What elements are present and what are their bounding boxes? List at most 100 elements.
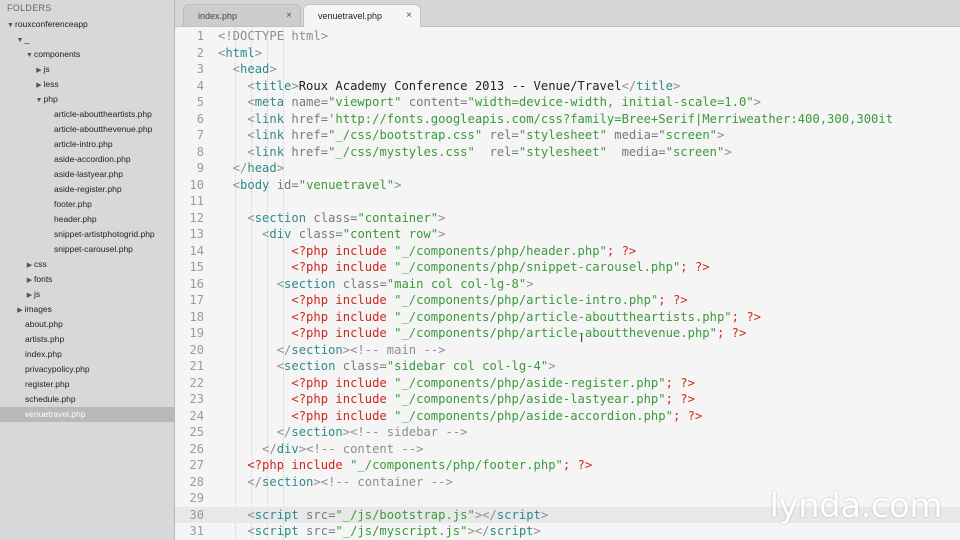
file-item[interactable]: index.php xyxy=(0,347,174,362)
code-line[interactable]: 23 <?php include "_/components/php/aside… xyxy=(175,391,960,408)
disclosure-closed-icon[interactable]: ▶ xyxy=(25,258,34,273)
disclosure-open-icon[interactable]: ▼ xyxy=(35,93,44,108)
code-line[interactable]: 10 <body id="venuetravel"> xyxy=(175,177,960,194)
code-token: div xyxy=(269,227,292,241)
folder-item[interactable]: ▼components xyxy=(0,47,174,63)
code-token: > xyxy=(672,78,681,93)
close-icon[interactable]: × xyxy=(406,5,412,27)
code-line[interactable]: 5 <meta name="viewport" content="width=d… xyxy=(175,94,960,111)
code-line[interactable]: 26 </div><!-- content --> xyxy=(175,441,960,458)
folder-item[interactable]: ▶ js xyxy=(0,287,174,303)
folder-item[interactable]: ▶ less xyxy=(0,77,174,93)
line-number: 29 xyxy=(189,491,204,505)
line-number: 3 xyxy=(196,62,204,76)
tab-index-php[interactable]: index.php × xyxy=(183,4,301,26)
file-item[interactable]: privacypolicy.php xyxy=(0,362,174,377)
code-token: section xyxy=(262,474,314,489)
file-item[interactable]: article-aboutthevenue.php xyxy=(0,122,174,137)
code-text: <section class="container"> xyxy=(218,210,445,227)
line-number: 23 xyxy=(189,392,204,406)
file-item[interactable]: snippet-artistphotogrid.php xyxy=(0,227,174,242)
code-line[interactable]: 16 <section class="main col col-lg-8"> xyxy=(175,276,960,293)
file-item[interactable]: footer.php xyxy=(0,197,174,212)
code-token: content= xyxy=(401,95,468,109)
disclosure-closed-icon[interactable]: ▶ xyxy=(25,273,34,288)
code-line[interactable]: 13 <div class="content row"> xyxy=(175,226,960,243)
tab-bar: index.php × venuetravel.php × xyxy=(175,0,960,27)
file-item[interactable]: register.php xyxy=(0,377,174,392)
line-number: 6 xyxy=(196,111,204,126)
code-token: "_/components/php/article-abouttheartist… xyxy=(394,309,732,324)
code-line[interactable]: 14 <?php include "_/components/php/heade… xyxy=(175,243,960,260)
code-line[interactable]: 9 </head> xyxy=(175,160,960,177)
code-line[interactable]: 15 <?php include "_/components/php/snipp… xyxy=(175,259,960,276)
file-item[interactable]: aside-accordion.php xyxy=(0,152,174,167)
code-line[interactable]: 25 </section><!-- sidebar --> xyxy=(175,424,960,441)
code-line[interactable]: 20 </section><!-- main --> xyxy=(175,342,960,359)
code-line[interactable]: 18 <?php include "_/components/php/artic… xyxy=(175,309,960,326)
line-number: 25 xyxy=(189,425,204,439)
tree-item-label: components xyxy=(34,49,81,59)
folder-item[interactable]: ▶ js xyxy=(0,62,174,78)
code-line[interactable]: 7 <link href="_/css/bootstrap.css" rel="… xyxy=(175,127,960,144)
code-text: <div class="content row"> xyxy=(218,226,445,243)
code-line[interactable]: 12 <section class="container"> xyxy=(175,210,960,227)
code-line[interactable]: 3 <head> xyxy=(175,61,960,78)
disclosure-open-icon[interactable]: ▼ xyxy=(16,33,25,48)
disclosure-open-icon[interactable]: ▼ xyxy=(25,48,34,63)
folder-item[interactable]: ▶ css xyxy=(0,257,174,273)
file-item[interactable]: artists.php xyxy=(0,332,174,347)
code-token: < xyxy=(218,95,255,109)
disclosure-open-icon[interactable]: ▼ xyxy=(6,18,15,33)
disclosure-closed-icon[interactable]: ▶ xyxy=(16,303,25,318)
file-item[interactable]: article-abouttheartists.php xyxy=(0,107,174,122)
code-line[interactable]: 24 <?php include "_/components/php/aside… xyxy=(175,408,960,425)
code-text: <?php include "_/components/php/aside-re… xyxy=(218,375,695,392)
file-item[interactable]: about.php xyxy=(0,317,174,332)
code-line[interactable]: 19 <?php include "_/components/php/artic… xyxy=(175,325,960,342)
code-line[interactable]: 2 <html> xyxy=(175,45,960,62)
line-number: 15 xyxy=(189,260,204,274)
code-line[interactable]: 27 <?php include "_/components/php/foote… xyxy=(175,457,960,474)
code-area[interactable]: 1 <!DOCTYPE html> 2 <html> 3 <head> 4 <title>… xyxy=(175,27,960,540)
folder-item[interactable]: ▼rouxconferenceapp xyxy=(0,17,174,33)
code-token: "screen" xyxy=(665,144,725,159)
file-item[interactable]: snippet-carousel.php xyxy=(0,242,174,257)
tree-item-label: fonts xyxy=(34,274,53,284)
file-item[interactable]: article-intro.php xyxy=(0,137,174,152)
file-item[interactable]: aside-lastyear.php xyxy=(0,167,174,182)
code-line[interactable]: 11 xyxy=(175,193,960,210)
file-item[interactable]: aside-register.php xyxy=(0,182,174,197)
code-token: > xyxy=(533,524,541,538)
code-line[interactable]: 6 <link href='http://fonts.googleapis.co… xyxy=(175,111,960,128)
file-item[interactable]: schedule.php xyxy=(0,392,174,407)
folder-item[interactable]: ▼_ xyxy=(0,32,174,48)
code-line[interactable]: 8 <link href="_/css/mystyles.css" rel="s… xyxy=(175,144,960,161)
code-line[interactable]: 1 <!DOCTYPE html> xyxy=(175,28,960,45)
code-token: script xyxy=(254,524,299,538)
code-token: script xyxy=(496,507,541,522)
code-line[interactable]: 21 <section class="sidebar col col-lg-4"… xyxy=(175,358,960,375)
disclosure-closed-icon[interactable]: ▶ xyxy=(35,78,44,93)
tree-item-label: article-intro.php xyxy=(54,139,113,149)
file-item[interactable]: header.php xyxy=(0,212,174,227)
tree-item-label: _ xyxy=(24,34,30,44)
code-line[interactable]: 22 <?php include "_/components/php/aside… xyxy=(175,375,960,392)
disclosure-closed-icon[interactable]: ▶ xyxy=(35,63,44,78)
folder-item[interactable]: ▼php xyxy=(0,92,174,108)
folder-item[interactable]: ▶ images xyxy=(0,302,174,318)
code-text: </section><!-- container --> xyxy=(218,474,452,491)
folder-item[interactable]: ▶ fonts xyxy=(0,272,174,288)
code-line[interactable]: 4 <title>Roux Academy Conference 2013 --… xyxy=(175,78,960,95)
code-line[interactable]: 17 <?php include "_/components/php/artic… xyxy=(175,292,960,309)
code-token: <?php include xyxy=(218,392,395,406)
code-token: link xyxy=(254,111,285,126)
close-icon[interactable]: × xyxy=(286,5,292,27)
file-item[interactable]: venuetravel.php xyxy=(0,407,174,422)
code-token: class= xyxy=(291,227,343,241)
code-token: ; ?> xyxy=(606,243,637,258)
code-token: </ xyxy=(621,78,637,93)
tab-venuetravel-php[interactable]: venuetravel.php × xyxy=(303,4,421,27)
disclosure-closed-icon[interactable]: ▶ xyxy=(25,288,34,303)
code-token: < xyxy=(218,177,241,192)
